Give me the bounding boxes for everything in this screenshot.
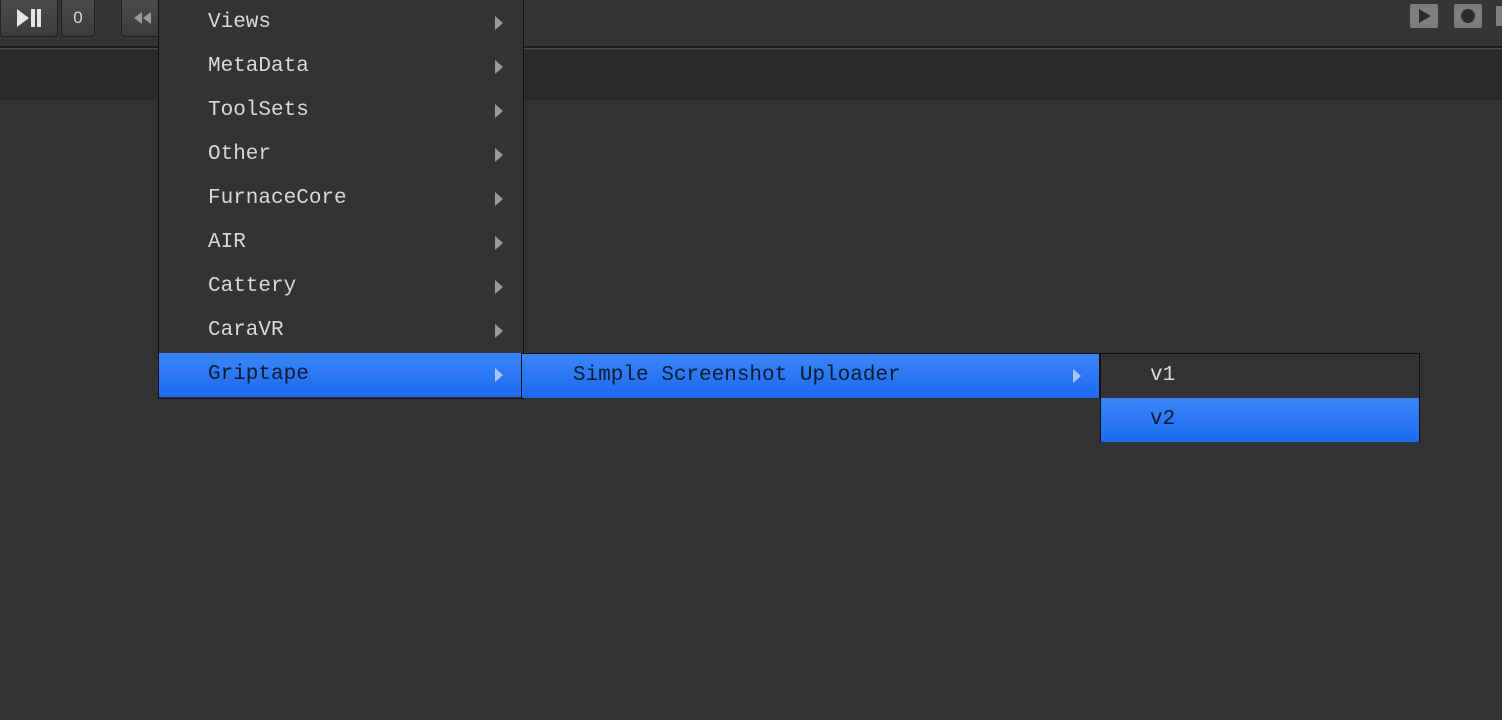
frame-value: 0 — [73, 8, 83, 27]
menu-item-label: Cattery — [208, 275, 297, 298]
submenu-arrow-icon — [495, 60, 503, 74]
menu-item-v1[interactable]: v1 — [1101, 354, 1419, 398]
menu-item-other[interactable]: Other — [159, 133, 523, 177]
menu-item-label: Other — [208, 143, 272, 166]
menu-item-label: FurnaceCore — [208, 187, 347, 210]
submenu-arrow-icon — [495, 192, 503, 206]
menu-item-air[interactable]: AIR — [159, 221, 523, 265]
record-button[interactable] — [1454, 4, 1482, 28]
menu-item-label: Views — [208, 11, 272, 34]
menu-item-label: AIR — [208, 231, 246, 254]
menu-item-cattery[interactable]: Cattery — [159, 265, 523, 309]
submenu-arrow-icon — [495, 104, 503, 118]
rewind-icon — [134, 12, 151, 24]
submenu-arrow-icon — [495, 148, 503, 162]
play-icon — [1419, 9, 1431, 23]
menu-item-furnacecore[interactable]: FurnaceCore — [159, 177, 523, 221]
submenu-arrow-icon — [495, 236, 503, 250]
toolbar-overflow-edge — [1496, 6, 1502, 26]
griptape-submenu: Simple Screenshot Uploader — [521, 353, 1100, 398]
menu-item-label: Griptape — [208, 363, 309, 386]
menu-item-simple-screenshot-uploader[interactable]: Simple Screenshot Uploader — [522, 354, 1099, 398]
step-play-button[interactable] — [0, 0, 58, 37]
menu-item-label: MetaData — [208, 55, 309, 78]
submenu-arrow-icon — [495, 280, 503, 294]
menu-item-v2[interactable]: v2 — [1101, 398, 1419, 442]
submenu-arrow-icon — [1073, 369, 1081, 383]
submenu-arrow-icon — [495, 16, 503, 30]
menu-item-toolsets[interactable]: ToolSets — [159, 89, 523, 133]
menu-item-label: ToolSets — [208, 99, 309, 122]
submenu-arrow-icon — [495, 368, 503, 382]
menu-item-views[interactable]: Views — [159, 1, 523, 45]
nodes-menu: Views MetaData ToolSets Other FurnaceCor… — [158, 0, 524, 399]
frame-counter[interactable]: 0 — [61, 0, 95, 37]
menu-item-label: CaraVR — [208, 319, 284, 342]
app-window: 0 Views MetaData ToolSets Other FurnaceC… — [0, 0, 1502, 720]
menu-item-metadata[interactable]: MetaData — [159, 45, 523, 89]
menu-item-caravr[interactable]: CaraVR — [159, 309, 523, 353]
record-icon — [1461, 9, 1475, 23]
menu-item-label: v2 — [1150, 408, 1176, 431]
submenu-arrow-icon — [495, 324, 503, 338]
play-pause-step-icon — [17, 9, 41, 27]
play-button[interactable] — [1410, 4, 1438, 28]
uploader-version-submenu: v1 v2 — [1100, 353, 1420, 442]
menu-item-label: Simple Screenshot Uploader — [573, 364, 901, 387]
menu-item-griptape[interactable]: Griptape — [159, 353, 523, 397]
menu-item-label: v1 — [1150, 364, 1176, 387]
